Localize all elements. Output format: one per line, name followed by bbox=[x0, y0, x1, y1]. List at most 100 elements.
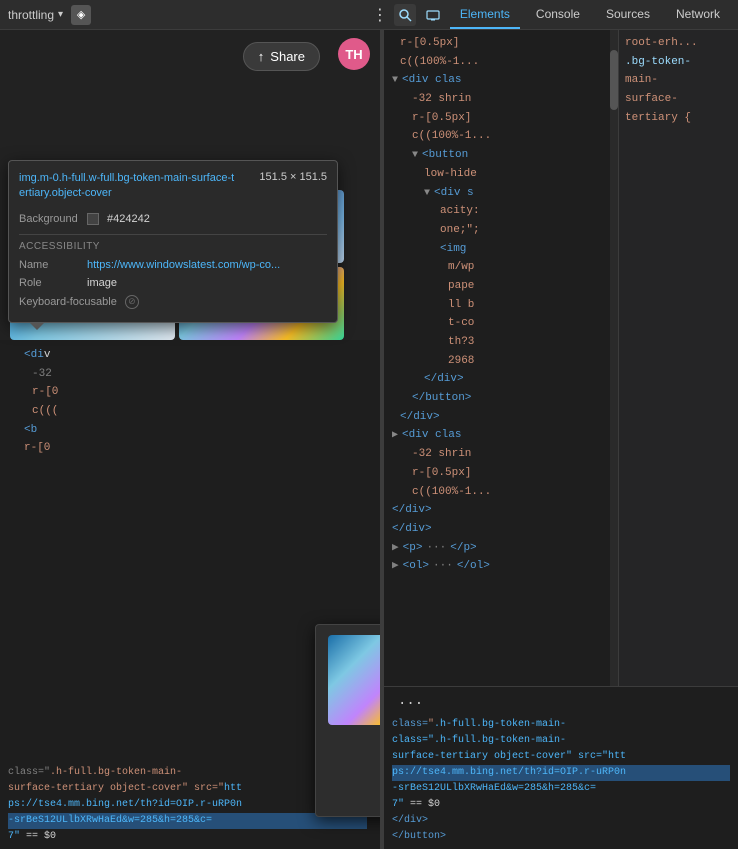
lower-src-line-7: </div> bbox=[392, 813, 730, 829]
popup-keyboard-row: Keyboard-focusable ⊘ bbox=[19, 292, 327, 312]
left-panel: ↑ Share TH img.m-0.h-full.w-full.bg-toke… bbox=[0, 30, 380, 849]
devtools-tabs: ⋮ Elements Console Sources Network bbox=[372, 1, 730, 29]
code-line-6: r-[0 bbox=[8, 439, 372, 458]
top-bar: throttling ▾ ◈ ⋮ Elements Console Source… bbox=[0, 0, 738, 30]
source-line-5: 7" == $0 bbox=[8, 829, 367, 845]
dt-line-24: r-[0.5px] bbox=[392, 464, 602, 483]
kebab-menu-icon[interactable]: ⋮ bbox=[372, 5, 388, 25]
popup-keyboard-label: Keyboard-focusable bbox=[19, 296, 117, 308]
dt-line-15: ll b bbox=[392, 296, 602, 315]
image-info-popup: Rendered size: 152 × 152 px Rendered asp… bbox=[315, 624, 380, 817]
lower-src-line-4: ps://tse4.mm.bing.net/th?id=OIP.r-uRP0n bbox=[392, 765, 730, 781]
dt-line-14: pape bbox=[392, 277, 602, 296]
expand-arrow-3[interactable]: ▼ bbox=[424, 185, 430, 202]
lower-source-header: ··· bbox=[392, 691, 730, 717]
dt-line-9: ▼ <div s bbox=[392, 184, 602, 203]
no-keyboard-icon: ⊘ bbox=[125, 295, 139, 309]
source-line-4: -srBeS12ULlbXRwHaEd&w=285&h=285&c= bbox=[8, 813, 367, 829]
dt-line-20: </button> bbox=[392, 389, 602, 408]
preview-area: ↑ Share TH img.m-0.h-full.w-full.bg-toke… bbox=[0, 30, 380, 340]
sidebar-line-4: surface- bbox=[625, 90, 732, 109]
popup-element-title: img.m-0.h-full.w-full.bg-token-main-surf… bbox=[19, 171, 239, 202]
dt-line-12: <img bbox=[392, 240, 602, 259]
dt-line-16: t-co bbox=[392, 314, 602, 333]
dt-line-21: </div> bbox=[392, 408, 602, 427]
expand-arrow-2[interactable]: ▼ bbox=[412, 147, 418, 164]
dt-line-28: ▶ <p> ··· </p> bbox=[392, 539, 602, 558]
popup-name-value: https://www.windowslatest.com/wp-co... bbox=[87, 259, 280, 271]
expand-arrow-1[interactable]: ▼ bbox=[392, 72, 398, 89]
dt-line-17: th?3 bbox=[392, 333, 602, 352]
dt-line-7: ▼ <button bbox=[392, 146, 602, 165]
dt-line-10: acity: bbox=[392, 202, 602, 221]
tab-console[interactable]: Console bbox=[526, 1, 590, 29]
image-preview-thumbnail bbox=[328, 635, 380, 725]
dt-line-2: c((100%-1... bbox=[392, 53, 602, 72]
dots-menu[interactable]: ··· bbox=[392, 691, 429, 717]
computed-styles-sidebar: root-erh... .bg-token- main- surface- te… bbox=[618, 30, 738, 686]
dt-line-29: ▶ <ol> ··· </ol> bbox=[392, 557, 602, 576]
code-line-5: <b bbox=[8, 421, 372, 440]
source-line-2: surface-tertiary object-cover" src="htt bbox=[8, 781, 367, 797]
dt-line-19: </div> bbox=[392, 370, 602, 389]
lower-src-line-8: </button> bbox=[392, 829, 730, 845]
share-button[interactable]: ↑ Share bbox=[243, 42, 320, 71]
source-line-3: ps://tse4.mm.bing.net/th?id=OIP.r-uRP0n bbox=[8, 797, 367, 813]
dt-line-18: 2968 bbox=[392, 352, 602, 371]
logo-icon: ◈ bbox=[71, 5, 91, 25]
sidebar-line-3: main- bbox=[625, 71, 732, 90]
dt-line-5: r-[0.5px] bbox=[392, 109, 602, 128]
code-line-3: r-[0 bbox=[8, 383, 372, 402]
popup-name-row: Name https://www.windowslatest.com/wp-co… bbox=[19, 256, 327, 274]
source-line-1: class=".h-full.bg-token-main- bbox=[8, 765, 367, 781]
expand-arrow-4[interactable]: ▶ bbox=[392, 427, 398, 444]
avatar: TH bbox=[338, 38, 370, 70]
popup-role-row: Role image bbox=[19, 274, 327, 292]
lower-source-area: ··· class=".h-full.bg-token-main- class=… bbox=[384, 686, 738, 849]
scrollbar-track bbox=[610, 30, 618, 686]
code-line-4: c((( bbox=[8, 402, 372, 421]
sidebar-line-2: .bg-token- bbox=[625, 53, 732, 72]
tab-network[interactable]: Network bbox=[666, 1, 730, 29]
popup-background-color: #424242 bbox=[107, 213, 150, 225]
popup-role-value: image bbox=[87, 277, 117, 289]
sidebar-line-1: root-erh... bbox=[625, 34, 732, 53]
tab-elements[interactable]: Elements bbox=[450, 1, 520, 29]
scrollbar-thumb[interactable] bbox=[610, 50, 618, 110]
popup-background-row: Background #424242 bbox=[19, 210, 327, 228]
color-swatch bbox=[87, 213, 99, 225]
device-icon[interactable] bbox=[422, 4, 444, 26]
lower-src-line-1: class=".h-full.bg-token-main- bbox=[392, 717, 730, 733]
share-label: Share bbox=[270, 49, 305, 64]
lower-src-line-6: 7" == $0 bbox=[392, 797, 730, 813]
dt-line-25: c((100%-1... bbox=[392, 483, 602, 502]
left-code-panel: <div -32 r-[0 c((( <b r-[0 bbox=[0, 340, 380, 500]
inspector-icon[interactable] bbox=[394, 4, 416, 26]
share-arrow-icon: ↑ bbox=[258, 49, 265, 64]
code-line-2: -32 bbox=[8, 365, 372, 384]
lower-src-line-2: class=".h-full.bg-token-main- bbox=[392, 733, 730, 749]
popup-divider bbox=[19, 234, 327, 235]
dt-line-26: </div> bbox=[392, 501, 602, 520]
inspector-popup: img.m-0.h-full.w-full.bg-token-main-surf… bbox=[8, 160, 338, 323]
dt-line-1: r-[0.5px] bbox=[392, 34, 602, 53]
lower-src-line-3: surface-tertiary object-cover" src="htt bbox=[392, 749, 730, 765]
code-line-1: <div bbox=[8, 346, 372, 365]
dt-line-27: </div> bbox=[392, 520, 602, 539]
devtools-code-area: r-[0.5px] c((100%-1... ▼ <div clas -32 s… bbox=[384, 30, 610, 686]
popup-size: 151.5 × 151.5 bbox=[259, 171, 327, 183]
dt-line-22: ▶ <div clas bbox=[392, 426, 602, 445]
tab-sources[interactable]: Sources bbox=[596, 1, 660, 29]
popup-name-label: Name bbox=[19, 259, 79, 271]
throttle-section: throttling ▾ bbox=[8, 8, 63, 22]
main-layout: ↑ Share TH img.m-0.h-full.w-full.bg-toke… bbox=[0, 30, 738, 849]
dt-line-6: c((100%-1... bbox=[392, 127, 602, 146]
dt-line-4: -32 shrin bbox=[392, 90, 602, 109]
dt-line-13: m/wp bbox=[392, 258, 602, 277]
throttle-label[interactable]: throttling bbox=[8, 8, 54, 22]
popup-accessibility-title: ACCESSIBILITY bbox=[19, 241, 327, 252]
right-panel: r-[0.5px] c((100%-1... ▼ <div clas -32 s… bbox=[384, 30, 738, 849]
dt-line-3: ▼ <div clas bbox=[392, 71, 602, 90]
sidebar-line-5: tertiary { bbox=[625, 109, 732, 128]
dt-line-8: low-hide bbox=[392, 165, 602, 184]
